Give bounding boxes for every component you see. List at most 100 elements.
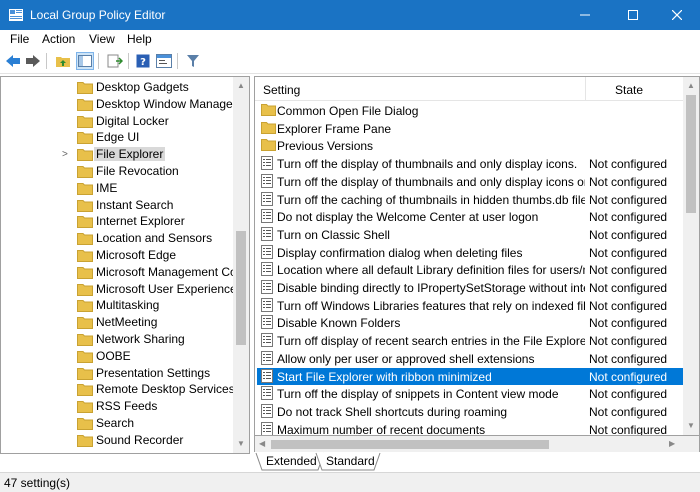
menu-action[interactable]: Action bbox=[42, 32, 75, 46]
tree-item[interactable]: Microsoft Management Con bbox=[1, 264, 235, 281]
forward-icon[interactable] bbox=[24, 52, 42, 70]
setting-name: Common Open File Dialog bbox=[277, 104, 419, 118]
tree-item-label: Location and Sensors bbox=[96, 231, 213, 246]
setting-name: Location where all default Library defin… bbox=[277, 263, 585, 278]
scroll-left-icon[interactable]: ◀ bbox=[259, 439, 265, 448]
scroll-right-icon[interactable]: ▶ bbox=[669, 439, 675, 448]
column-header-state[interactable]: State bbox=[615, 83, 643, 97]
setting-row[interactable]: Start File Explorer with ribbon minimize… bbox=[257, 367, 683, 386]
folder-row[interactable]: Previous Versions bbox=[257, 137, 683, 155]
tree-item[interactable]: Internet Explorer bbox=[1, 213, 235, 230]
menu-help[interactable]: Help bbox=[127, 32, 152, 46]
tree-item[interactable]: Microsoft User Experience Vi bbox=[1, 281, 235, 298]
tree-item[interactable]: Desktop Gadgets bbox=[1, 79, 235, 96]
horizontal-scroll-thumb[interactable] bbox=[271, 440, 549, 449]
setting-row[interactable]: Turn off Windows Libraries features that… bbox=[257, 297, 683, 315]
setting-row[interactable]: Display confirmation dialog when deletin… bbox=[257, 244, 683, 262]
tree-item[interactable]: Location and Sensors bbox=[1, 230, 235, 247]
tree-item-label: Sound Recorder bbox=[96, 432, 184, 447]
menu-view[interactable]: View bbox=[89, 32, 115, 46]
maximize-button[interactable] bbox=[610, 0, 656, 30]
policy-setting-icon bbox=[261, 244, 273, 262]
scroll-down-icon[interactable]: ▼ bbox=[237, 439, 245, 448]
setting-row[interactable]: Turn on Classic Shell Not configured bbox=[257, 226, 683, 244]
tree-item[interactable]: IME bbox=[1, 180, 235, 197]
menu-file[interactable]: File bbox=[10, 32, 29, 46]
setting-state: Not configured bbox=[589, 404, 668, 419]
scroll-up-icon[interactable]: ▲ bbox=[687, 81, 695, 90]
folder-icon bbox=[77, 266, 93, 281]
title-bar[interactable]: Local Group Policy Editor bbox=[0, 0, 700, 30]
tree-item-label: Internet Explorer bbox=[96, 214, 185, 229]
tree-item[interactable]: RSS Feeds bbox=[1, 398, 235, 415]
list-scroll-thumb[interactable] bbox=[686, 95, 696, 213]
settings-list[interactable]: Setting State Common Open File Dialog Exp… bbox=[254, 76, 700, 436]
scroll-up-icon[interactable]: ▲ bbox=[237, 81, 245, 90]
tree-item[interactable]: OOBE bbox=[1, 348, 235, 365]
setting-name: Explorer Frame Pane bbox=[277, 121, 392, 136]
setting-name: Do not display the Welcome Center at use… bbox=[277, 210, 539, 225]
tree-item[interactable]: Search bbox=[1, 415, 235, 432]
column-header-setting[interactable]: Setting bbox=[263, 83, 300, 97]
tree-item[interactable]: Remote Desktop Services bbox=[1, 381, 235, 398]
folder-icon bbox=[77, 199, 93, 214]
view-tabs: Extended Standard bbox=[254, 452, 700, 472]
minimize-button[interactable] bbox=[562, 0, 608, 30]
setting-name: Start File Explorer with ribbon minimize… bbox=[277, 369, 492, 384]
tree-scroll-thumb[interactable] bbox=[236, 231, 246, 345]
tree-item[interactable]: File Revocation bbox=[1, 163, 235, 180]
tree-item[interactable]: Digital Locker bbox=[1, 113, 235, 130]
setting-state: Not configured bbox=[589, 263, 668, 278]
tree-item[interactable]: Instant Search bbox=[1, 197, 235, 214]
tree-item[interactable]: Network Sharing bbox=[1, 331, 235, 348]
folder-row[interactable]: Common Open File Dialog bbox=[257, 102, 683, 120]
close-button[interactable] bbox=[654, 0, 700, 30]
setting-row[interactable]: Turn off the display of thumbnails and o… bbox=[257, 173, 683, 191]
setting-row[interactable]: Allow only per user or approved shell ex… bbox=[257, 350, 683, 368]
setting-name: Turn off display of recent search entrie… bbox=[277, 334, 585, 349]
setting-row[interactable]: Maximum number of recent documents Not co… bbox=[257, 421, 683, 435]
folder-row[interactable]: Explorer Frame Pane bbox=[257, 120, 683, 138]
setting-row[interactable]: Do not track Shell shortcuts during roam… bbox=[257, 403, 683, 421]
setting-row[interactable]: Turn off the caching of thumbnails in hi… bbox=[257, 191, 683, 209]
up-folder-icon[interactable] bbox=[54, 52, 72, 70]
column-divider[interactable] bbox=[585, 77, 586, 101]
tree-item[interactable]: Presentation Settings bbox=[1, 365, 235, 382]
tree-item[interactable]: Edge UI bbox=[1, 129, 235, 146]
tree-vertical-scrollbar[interactable]: ▲ ▼ bbox=[233, 77, 249, 453]
list-vertical-scrollbar[interactable]: ▲ ▼ bbox=[683, 77, 699, 435]
tree-item[interactable]: Multitasking bbox=[1, 297, 235, 314]
setting-row[interactable]: Location where all default Library defin… bbox=[257, 261, 683, 279]
tree-item-label: NetMeeting bbox=[96, 315, 158, 330]
tree-item[interactable]: Sound Recorder bbox=[1, 432, 235, 449]
setting-row[interactable]: Disable binding directly to IPropertySet… bbox=[257, 279, 683, 297]
scroll-down-icon[interactable]: ▼ bbox=[687, 421, 695, 430]
tab-extended[interactable]: Extended bbox=[260, 452, 323, 470]
setting-state: Not configured bbox=[589, 351, 668, 366]
setting-row[interactable]: Disable Known Folders Not configured bbox=[257, 314, 683, 332]
tree-item[interactable]: Desktop Window Manager bbox=[1, 96, 235, 113]
filter-icon[interactable] bbox=[184, 52, 202, 70]
tree-item[interactable]: Microsoft Edge bbox=[1, 247, 235, 264]
setting-row[interactable]: Turn off the display of thumbnails and o… bbox=[257, 155, 683, 173]
folder-icon bbox=[261, 138, 276, 154]
folder-icon bbox=[77, 299, 93, 314]
show-hide-tree-icon[interactable] bbox=[76, 52, 94, 70]
setting-row[interactable]: Do not display the Welcome Center at use… bbox=[257, 208, 683, 226]
tab-standard[interactable]: Standard bbox=[320, 452, 381, 470]
list-horizontal-scrollbar[interactable]: ◀ ▶ bbox=[254, 436, 700, 453]
setting-name: Do not track Shell shortcuts during roam… bbox=[277, 404, 508, 419]
setting-row[interactable]: Turn off display of recent search entrie… bbox=[257, 332, 683, 350]
policy-setting-icon bbox=[261, 280, 273, 297]
tree-item[interactable]: NetMeeting bbox=[1, 314, 235, 331]
expand-chevron-icon[interactable]: > bbox=[62, 149, 68, 160]
setting-row[interactable]: Turn off the display of snippets in Cont… bbox=[257, 385, 683, 403]
policy-setting-icon bbox=[261, 156, 273, 173]
export-list-icon[interactable] bbox=[106, 52, 124, 70]
category-tree[interactable]: Desktop Gadgets Desktop Window Manager Dig… bbox=[0, 76, 250, 454]
back-icon[interactable] bbox=[4, 52, 22, 70]
tree-item[interactable]: > File Explorer bbox=[1, 146, 235, 163]
properties-icon[interactable] bbox=[155, 52, 173, 70]
help-icon[interactable]: ? bbox=[134, 52, 152, 70]
setting-state: Not configured bbox=[589, 387, 668, 402]
